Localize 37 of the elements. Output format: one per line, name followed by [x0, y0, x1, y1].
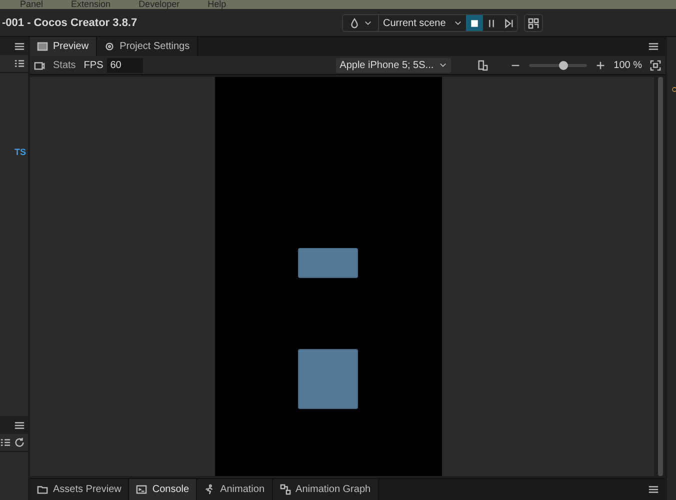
device-select[interactable]: Apple iPhone 5; 5S...: [336, 58, 451, 72]
panel-tab[interactable]: Project Settings: [96, 37, 198, 56]
menu-icon[interactable]: [648, 484, 659, 495]
graph-icon: [280, 484, 291, 495]
preview-icon: [37, 41, 48, 52]
sprite-rectangle: [298, 248, 358, 278]
terminal-icon: [136, 484, 148, 495]
rotate-device-icon[interactable]: [476, 60, 488, 70]
list-icon[interactable]: [0, 437, 11, 448]
menu-icon[interactable]: [14, 40, 25, 52]
panel-tab[interactable]: Preview: [30, 37, 97, 56]
caret-icon: [438, 61, 447, 69]
settings-icon: [104, 41, 115, 52]
folder-icon: [37, 484, 48, 495]
fit-screen-icon[interactable]: [650, 60, 661, 70]
qr-code-icon: [528, 18, 539, 28]
refresh-icon[interactable]: [14, 437, 25, 448]
running-figure-icon: [204, 484, 216, 495]
sprite-square: [298, 349, 358, 409]
fps-label: FPS: [84, 60, 104, 70]
slider-thumb[interactable]: [559, 60, 568, 70]
panel-tab[interactable]: Animation: [197, 479, 273, 500]
zoom-reading: 100 %: [614, 60, 642, 70]
scrollbar[interactable]: [658, 77, 663, 476]
fps-field[interactable]: 60: [107, 58, 144, 72]
camera-icon[interactable]: [34, 60, 45, 70]
panel-tab[interactable]: Console: [129, 479, 198, 500]
list-icon[interactable]: [14, 58, 25, 69]
menu-icon[interactable]: [648, 41, 659, 52]
panel-tab[interactable]: Assets Preview: [30, 479, 130, 500]
stats-toggle[interactable]: Stats: [53, 60, 76, 70]
zoom-in-icon[interactable]: [594, 60, 606, 70]
menu-icon[interactable]: [14, 420, 25, 430]
file-type-label: TS: [14, 147, 26, 157]
window-title: -001 - Cocos Creator 3.8.7: [1, 16, 138, 28]
panel-tab[interactable]: Animation Graph: [272, 479, 379, 500]
status-ring-icon: [670, 85, 676, 94]
